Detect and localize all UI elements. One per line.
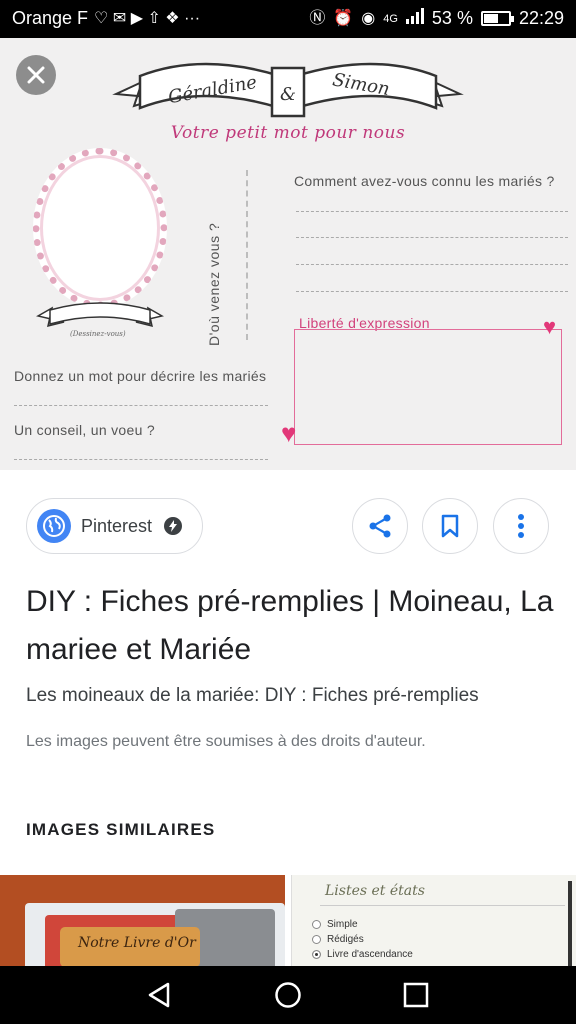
thumb-option: Rédigés — [312, 934, 364, 945]
answer-line — [296, 264, 568, 265]
thumb-divider — [320, 905, 565, 906]
back-triangle-icon — [148, 982, 170, 1008]
source-chip[interactable]: Pinterest — [26, 498, 203, 554]
name-banner: Géraldine & Simon — [112, 62, 464, 118]
home-circle-icon — [275, 982, 301, 1008]
heart-icon: ♥ — [543, 314, 557, 339]
answer-line — [14, 405, 268, 406]
radio-icon — [312, 920, 321, 929]
option-label: Livre d'ascendance — [327, 949, 413, 960]
similar-images-heading: IMAGES SIMILAIRES — [26, 820, 216, 839]
thumb-option: Livre d'ascendance — [312, 949, 413, 960]
answer-line — [14, 459, 268, 460]
origin-question: D'où venez vous ? — [206, 222, 222, 346]
notification-icons: ♡ ✉ ▶ ⇧ ❖ ··· — [94, 9, 201, 27]
advice-question: Un conseil, un voeu ? — [14, 422, 155, 438]
photo-frame — [33, 148, 167, 308]
signal-icon — [405, 8, 424, 29]
image-preview[interactable]: Géraldine & Simon Votre petit mot pour n… — [0, 38, 576, 470]
nfc-icon: Ⓝ — [309, 9, 326, 27]
how-met-question: Comment avez-vous connu les mariés ? — [294, 173, 555, 189]
thumb-label: Notre Livre d'Or — [60, 927, 200, 966]
carrier-label: Orange F — [12, 8, 89, 28]
free-expression-box — [294, 329, 562, 445]
answer-line — [296, 291, 568, 292]
bookmark-icon — [441, 514, 459, 538]
result-snippet: Les moineaux de la mariée: DIY : Fiches … — [26, 685, 479, 706]
answer-line — [296, 237, 568, 238]
recents-square-icon — [403, 982, 429, 1008]
answer-line — [296, 211, 568, 212]
amp-lightning-icon — [164, 517, 183, 535]
recents-button[interactable] — [400, 979, 432, 1011]
share-icon — [369, 514, 391, 538]
network-type: 4G — [383, 12, 398, 25]
option-label: Rédigés — [327, 934, 364, 945]
share-button[interactable] — [352, 498, 408, 554]
clock: 22:29 — [518, 8, 564, 28]
close-icon — [27, 66, 45, 84]
similar-image-thumbnail[interactable]: Listes et états Simple Rédigés Livre d'a… — [291, 875, 576, 966]
more-options-button[interactable] — [493, 498, 549, 554]
more-vert-icon — [518, 514, 524, 538]
battery-icon — [480, 11, 514, 26]
alarm-icon: ⏰ — [333, 9, 354, 27]
option-label: Simple — [327, 919, 358, 930]
home-button[interactable] — [272, 979, 304, 1011]
source-name: Pinterest — [81, 515, 153, 536]
back-button[interactable] — [143, 979, 175, 1011]
heart-icon: ♥ — [281, 418, 297, 448]
photo-caption: (Dessinez-vous) — [70, 330, 126, 338]
similar-image-thumbnail[interactable]: Notre Livre d'Or — [0, 875, 285, 966]
thumb-option: Simple — [312, 919, 358, 930]
vertical-divider — [246, 170, 248, 340]
radio-icon — [312, 935, 321, 944]
status-bar: Orange F ♡ ✉ ▶ ⇧ ❖ ··· Ⓝ ⏰ ◉ 4G 53 % 22:… — [0, 0, 576, 38]
thumb-heading: Listes et états — [325, 883, 425, 899]
close-button[interactable] — [16, 55, 56, 95]
system-nav-bar — [0, 966, 576, 1024]
battery-percent: 53 % — [431, 8, 473, 28]
describe-question: Donnez un mot pour décrire les mariés — [14, 368, 267, 384]
globe-icon — [37, 509, 71, 543]
save-button[interactable] — [422, 498, 478, 554]
photo-ribbon — [36, 302, 164, 328]
radio-selected-icon — [312, 950, 321, 959]
thumb-scrollbar — [568, 881, 572, 966]
result-title[interactable]: DIY : Fiches pré-remplies | Moineau, La … — [26, 578, 556, 674]
eye-icon: ◉ — [361, 9, 376, 27]
card-subtitle: Votre petit mot pour nous — [170, 123, 406, 143]
ampersand: & — [280, 84, 296, 105]
copyright-notice: Les images peuvent être soumises à des d… — [26, 733, 426, 750]
